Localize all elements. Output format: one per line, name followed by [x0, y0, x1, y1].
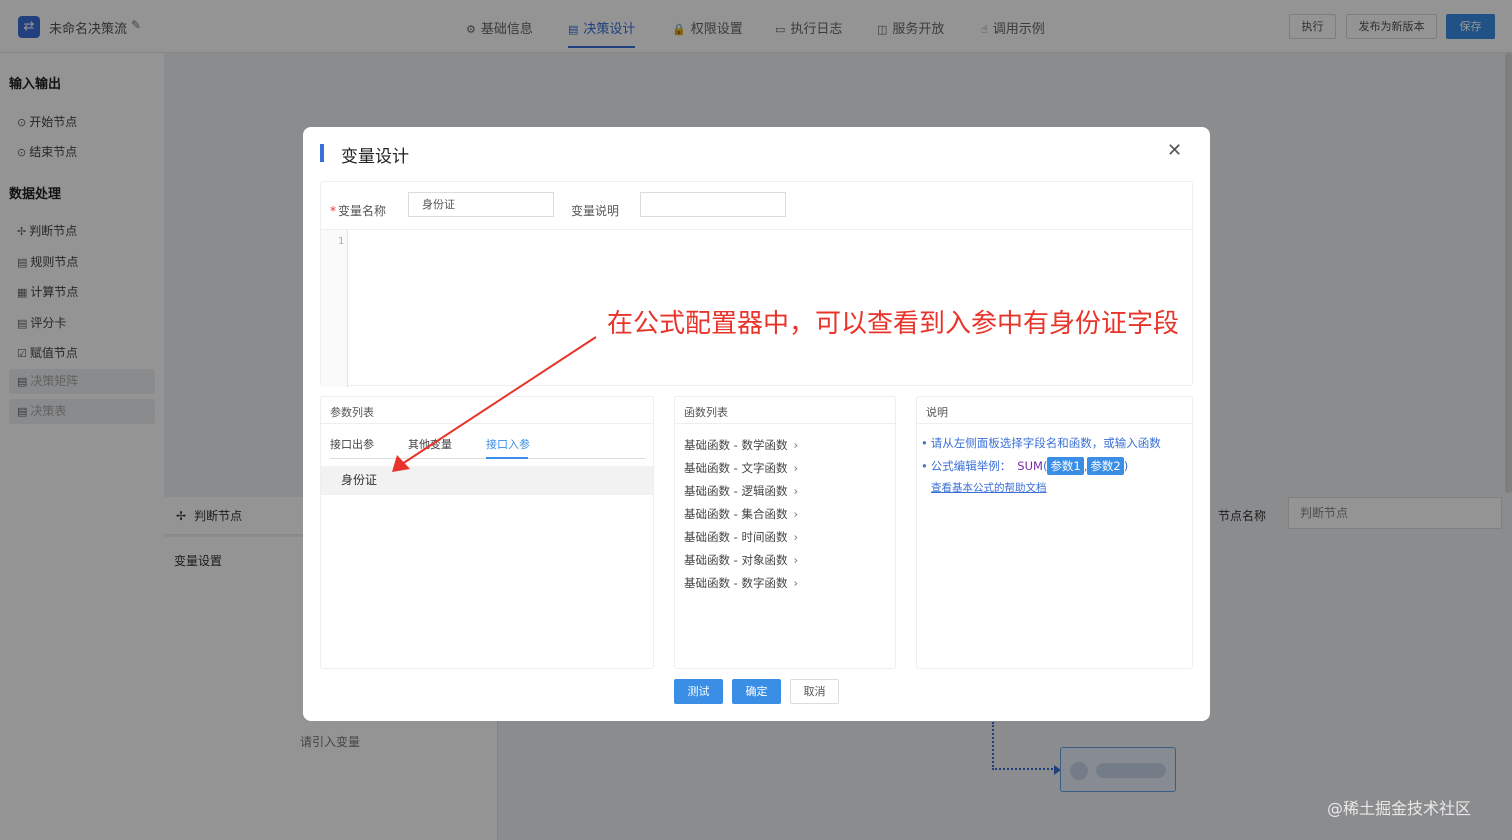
tab-input-params[interactable]: 接口入参 [486, 436, 530, 452]
func-item-object[interactable]: 基础函数 - 对象函数 › [684, 552, 798, 568]
func-label: 基础函数 - 数字函数 [684, 576, 788, 590]
func-label: 基础函数 - 数学函数 [684, 438, 788, 452]
sum-keyword: SUM [1017, 459, 1043, 473]
chevron-right-icon: › [793, 576, 799, 590]
func-label: 基础函数 - 对象函数 [684, 553, 788, 567]
chevron-right-icon: › [793, 461, 799, 475]
paren-close: ) [1123, 459, 1129, 473]
annotation-text: 在公式配置器中，可以查看到入参中有身份证字段 [607, 309, 1180, 339]
func-panel-title: 函数列表 [684, 406, 728, 419]
func-item-math[interactable]: 基础函数 - 数学函数 › [684, 437, 798, 453]
chevron-right-icon: › [793, 438, 799, 452]
bullet-icon: • [921, 459, 928, 473]
required-marker: * [330, 204, 336, 218]
param-list-panel: 参数列表 接口出参 其他变量 接口入参 身份证 [320, 396, 654, 669]
var-name-label-text: 变量名称 [338, 204, 387, 218]
close-icon[interactable]: ✕ [1167, 140, 1182, 161]
var-name-label: * 变量名称 [330, 202, 386, 219]
chevron-right-icon: › [793, 484, 799, 498]
var-desc-label: 变量说明 [571, 204, 620, 218]
chevron-right-icon: › [793, 530, 799, 544]
func-label: 基础函数 - 逻辑函数 [684, 484, 788, 498]
description-panel: 说明 • 请从左侧面板选择字段名和函数，或输入函数 • 公式编辑举例： SUM(参数1… [916, 396, 1193, 669]
confirm-button[interactable]: 确定 [732, 679, 781, 704]
tip-formula-example: • 公式编辑举例： SUM(参数1, 参数2) [921, 457, 1128, 475]
tip-text: 公式编辑举例： [930, 459, 1012, 473]
tip-select-field: • 请从左侧面板选择字段名和函数，或输入函数 [921, 435, 1161, 451]
func-item-logic[interactable]: 基础函数 - 逻辑函数 › [684, 483, 798, 499]
func-label: 基础函数 - 集合函数 [684, 507, 788, 521]
chevron-right-icon: › [793, 553, 799, 567]
chevron-right-icon: › [793, 507, 799, 521]
title-accent-bar [320, 144, 324, 162]
desc-panel-title: 说明 [926, 406, 948, 419]
panel-divider [321, 423, 653, 424]
tab-other-vars[interactable]: 其他变量 [408, 436, 452, 452]
panel-divider [675, 423, 895, 424]
help-doc-link[interactable]: 查看基本公式的帮助文档 [931, 480, 1047, 495]
tab-output-params[interactable]: 接口出参 [330, 436, 374, 452]
cancel-button[interactable]: 取消 [790, 679, 839, 704]
active-tab-indicator [486, 457, 528, 459]
arg-chip: 参数1 [1047, 457, 1084, 475]
func-item-time[interactable]: 基础函数 - 时间函数 › [684, 529, 798, 545]
param-item-id-card[interactable]: 身份证 [321, 466, 653, 495]
line-number: 1 [338, 236, 345, 247]
func-item-collection[interactable]: 基础函数 - 集合函数 › [684, 506, 798, 522]
editor-gutter: 1 [321, 230, 348, 387]
panel-divider [917, 423, 1192, 424]
var-desc-input[interactable] [640, 192, 786, 217]
formula-area: * 变量名称 身份证 变量说明 1 [320, 181, 1194, 387]
watermark: @稀土掘金技术社区 [1327, 799, 1472, 818]
func-item-text[interactable]: 基础函数 - 文字函数 › [684, 460, 798, 476]
dialog-title: 变量设计 [341, 147, 409, 167]
variable-design-dialog: 变量设计 ✕ * 变量名称 身份证 变量说明 1 参数列表 接口出参 其他变量 接… [303, 127, 1210, 721]
func-item-number[interactable]: 基础函数 - 数字函数 › [684, 575, 798, 591]
test-button[interactable]: 测试 [674, 679, 723, 704]
arg-chip: 参数2 [1087, 457, 1124, 475]
func-label: 基础函数 - 时间函数 [684, 530, 788, 544]
param-panel-title: 参数列表 [330, 406, 374, 419]
function-list-panel: 函数列表 基础函数 - 数学函数 › 基础函数 - 文字函数 › 基础函数 - 逻辑… [674, 396, 896, 669]
tip-text: 请从左侧面板选择字段名和函数，或输入函数 [930, 436, 1161, 450]
var-name-input[interactable]: 身份证 [408, 192, 554, 217]
bullet-icon: • [921, 436, 928, 450]
func-label: 基础函数 - 文字函数 [684, 461, 788, 475]
